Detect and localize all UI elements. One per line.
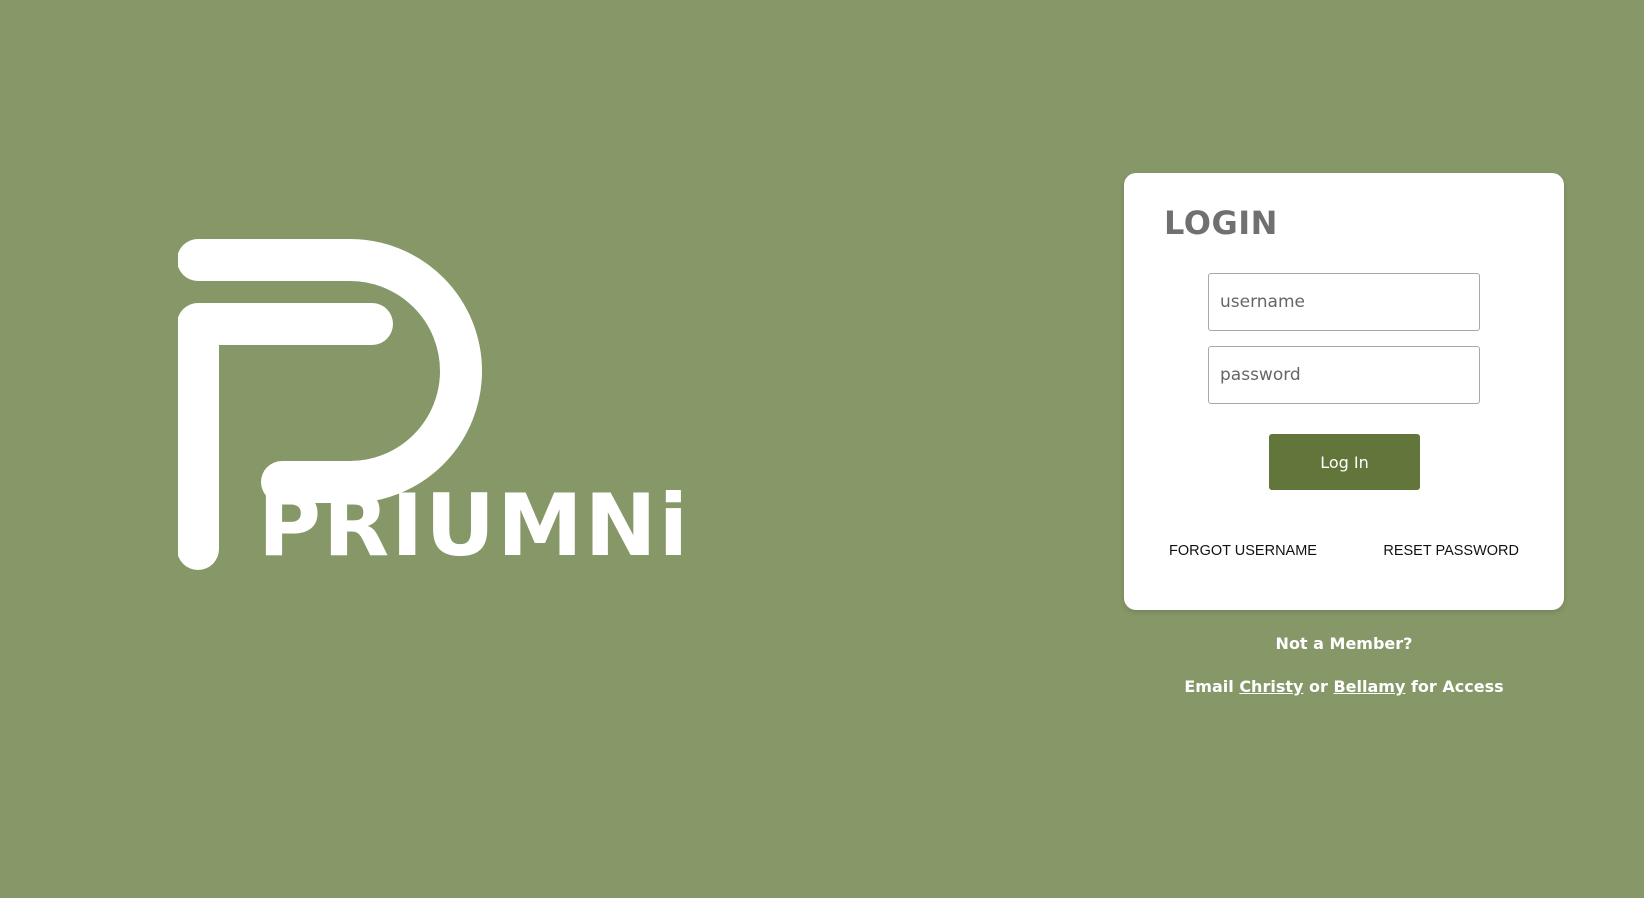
login-button[interactable]: Log In [1269, 434, 1420, 490]
not-member-text: Not a Member? [1275, 634, 1413, 653]
brand-wordmark: PRIUMNi [258, 476, 691, 576]
email-prefix: Email [1184, 677, 1234, 696]
reset-password-link[interactable]: RESET PASSWORD [1383, 544, 1519, 559]
brand-logo: PRIUMNi [178, 239, 688, 570]
forgot-username-link[interactable]: FORGOT USERNAME [1169, 544, 1317, 559]
login-page: PRIUMNi LOGIN Log In FORGOT USERNAME RES… [0, 0, 1644, 898]
contact-bellamy-link[interactable]: Bellamy [1333, 677, 1405, 696]
login-card: LOGIN Log In FORGOT USERNAME RESET PASSW… [1124, 173, 1564, 610]
contact-christy-link[interactable]: Christy [1239, 677, 1303, 696]
password-input[interactable] [1208, 346, 1480, 404]
email-suffix: for Access [1410, 677, 1504, 696]
login-title: LOGIN [1164, 204, 1278, 242]
username-input[interactable] [1208, 273, 1480, 331]
conjunction-text: or [1309, 677, 1328, 696]
access-request-text: Email Christy or Bellamy for Access [1124, 679, 1564, 695]
